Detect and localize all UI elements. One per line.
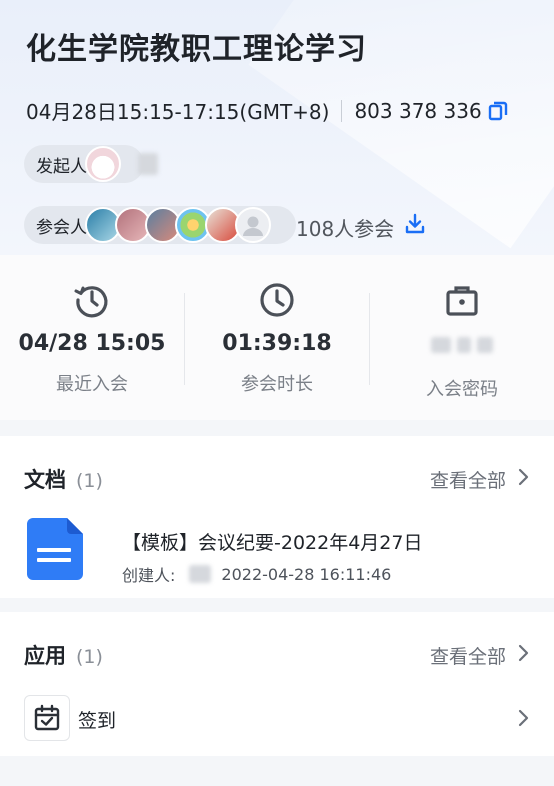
meeting-title: 化生学院教职工理论学习 xyxy=(26,32,367,67)
host-name-redacted xyxy=(138,153,158,175)
host-avatar xyxy=(85,146,121,182)
participant-count[interactable]: 108人参会 xyxy=(296,213,394,242)
documents-header: 文档 (1) xyxy=(24,464,103,496)
meeting-stats: 04/28 15:05 最近入会 01:39:18 参会时长 入会密码 xyxy=(0,255,554,420)
lock-icon xyxy=(443,281,481,319)
documents-count: (1) xyxy=(76,470,103,492)
documents-title: 文档 xyxy=(24,468,66,492)
app-label: 签到 xyxy=(78,710,117,732)
clock-icon xyxy=(258,281,296,319)
chevron-right-icon xyxy=(518,468,530,491)
host-pill[interactable]: 发起人 xyxy=(24,145,144,183)
apps-section: 应用 (1) 查看全部 签到 xyxy=(0,612,554,756)
meeting-time: 04月28日15:15-17:15(GMT+8) xyxy=(26,100,330,124)
view-all-label: 查看全部 xyxy=(429,646,506,668)
documents-view-all[interactable]: 查看全部 xyxy=(430,466,530,493)
apps-view-all[interactable]: 查看全部 xyxy=(430,642,530,669)
creator-label: 创建人: xyxy=(122,566,176,585)
document-title: 【模板】会议纪要-2022年4月27日 xyxy=(122,532,423,554)
divider xyxy=(341,99,343,122)
creator-name-redacted xyxy=(189,565,212,583)
password-redacted xyxy=(431,337,493,357)
stat-label: 参会时长 xyxy=(241,374,313,395)
apps-count: (1) xyxy=(76,646,103,668)
chevron-right-icon xyxy=(518,709,530,731)
stat-label: 入会密码 xyxy=(426,379,498,400)
apps-title: 应用 xyxy=(24,644,66,668)
meeting-header: 化生学院教职工理论学习 04月28日15:15-17:15(GMT+8) 803… xyxy=(0,0,554,255)
view-all-label: 查看全部 xyxy=(429,470,506,492)
copy-icon[interactable] xyxy=(488,101,508,121)
created-at: 2022-04-28 16:11:46 xyxy=(221,564,392,584)
stat-value: 01:39:18 xyxy=(222,331,332,356)
document-icon xyxy=(25,518,85,580)
download-icon[interactable] xyxy=(404,213,426,239)
history-icon xyxy=(73,281,111,319)
documents-section: 文档 (1) 查看全部 【模板】会议纪要-2022年4月27日 创建人: 202… xyxy=(0,436,554,598)
participant-avatar-placeholder xyxy=(235,207,271,243)
stat-duration: 01:39:18 参会时长 xyxy=(185,255,369,420)
participants-pill[interactable]: 参会人 xyxy=(24,206,296,244)
participants-label: 参会人 xyxy=(36,217,87,238)
stat-last-joined: 04/28 15:05 最近入会 xyxy=(0,255,184,420)
stat-label: 最近入会 xyxy=(56,374,128,395)
apps-header: 应用 (1) xyxy=(24,640,103,672)
chevron-right-icon xyxy=(518,644,530,667)
stat-password[interactable]: 入会密码 xyxy=(370,255,554,420)
meeting-meta: 04月28日15:15-17:15(GMT+8) 803 378 336 xyxy=(26,96,508,125)
host-label: 发起人 xyxy=(36,156,87,177)
meeting-id: 803 378 336 xyxy=(354,98,482,123)
check-in-icon xyxy=(24,695,70,741)
document-meta: 创建人: 2022-04-28 16:11:46 xyxy=(122,562,391,586)
stat-value: 04/28 15:05 xyxy=(18,331,166,356)
